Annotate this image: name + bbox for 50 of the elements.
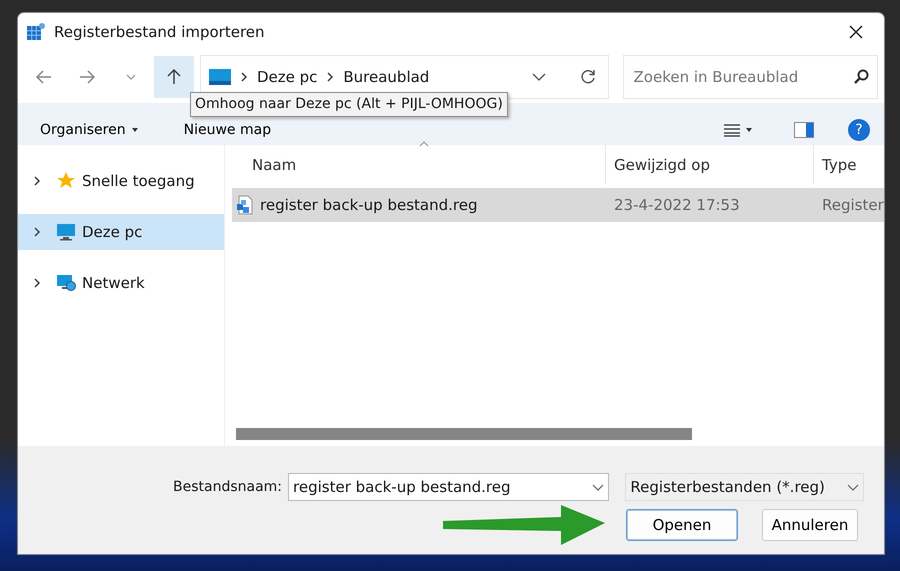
close-icon xyxy=(849,25,863,39)
breadcrumb[interactable]: Bureaublad xyxy=(343,66,430,88)
list-view-icon xyxy=(724,123,740,137)
chevron-right-icon[interactable] xyxy=(32,175,42,187)
column-header[interactable]: Gewijzigd op xyxy=(606,145,814,185)
registry-icon xyxy=(26,22,46,42)
up-arrow-icon xyxy=(167,69,182,85)
column-header[interactable]: Naam xyxy=(232,145,606,185)
dropdown-icon xyxy=(847,484,859,490)
file-name: register back-up bestand.reg xyxy=(260,194,478,216)
preview-pane-icon xyxy=(794,122,814,138)
forward-arrow-icon xyxy=(79,70,96,84)
back-arrow-icon xyxy=(36,70,52,84)
caret-icon xyxy=(132,128,138,132)
nav-item[interactable]: Netwerk xyxy=(18,265,224,301)
chevron-down-icon xyxy=(126,74,136,80)
file-type: Register xyxy=(821,194,884,216)
dropdown-icon[interactable] xyxy=(532,73,546,81)
filename-field[interactable]: register back-up bestand.reg xyxy=(288,473,610,501)
monitor-icon xyxy=(56,222,76,242)
help-button[interactable]: ? xyxy=(848,119,870,141)
network-icon xyxy=(56,273,76,293)
chevron-right-icon[interactable] xyxy=(32,226,42,238)
sort-ascending-icon xyxy=(418,141,428,147)
nav-item[interactable]: Snelle toegang xyxy=(18,163,224,199)
chevron-right-icon xyxy=(238,71,249,83)
up-button[interactable] xyxy=(154,56,194,98)
dialog-button[interactable]: Openen xyxy=(626,509,738,541)
file-row[interactable]: register back-up bestand.reg 23-4-2022 17:53 Register xyxy=(232,188,884,222)
dialog-button[interactable]: Annuleren xyxy=(762,509,858,541)
window-title: Registerbestand importeren xyxy=(54,22,265,43)
chevron-right-icon[interactable] xyxy=(32,277,42,289)
caret-icon xyxy=(746,128,752,132)
dropdown-icon xyxy=(592,484,604,490)
nav-item[interactable]: Deze pc xyxy=(18,214,224,250)
horizontal-scrollbar[interactable] xyxy=(236,428,692,440)
breadcrumb[interactable]: Deze pc xyxy=(256,66,318,88)
chevron-right-icon xyxy=(325,71,336,83)
registry-file-icon xyxy=(236,195,254,215)
file-type-dropdown[interactable]: Registerbestanden (*.reg) xyxy=(625,473,864,501)
search-box[interactable]: Zoeken in Bureaublad xyxy=(622,55,878,99)
monitor-icon xyxy=(208,69,231,85)
search-icon xyxy=(853,69,870,85)
filename-label: Bestandsnaam: xyxy=(173,478,282,496)
column-header[interactable]: Type xyxy=(814,145,884,185)
refresh-icon[interactable] xyxy=(580,69,596,85)
new-folder-button[interactable]: Nieuwe map xyxy=(176,118,280,142)
tooltip: Omhoog naar Deze pc (Alt + PIJL-OMHOOG) xyxy=(190,92,508,117)
file-modified: 23-4-2022 17:53 xyxy=(613,194,741,216)
organize-menu-button[interactable]: Organiseren xyxy=(32,118,146,142)
